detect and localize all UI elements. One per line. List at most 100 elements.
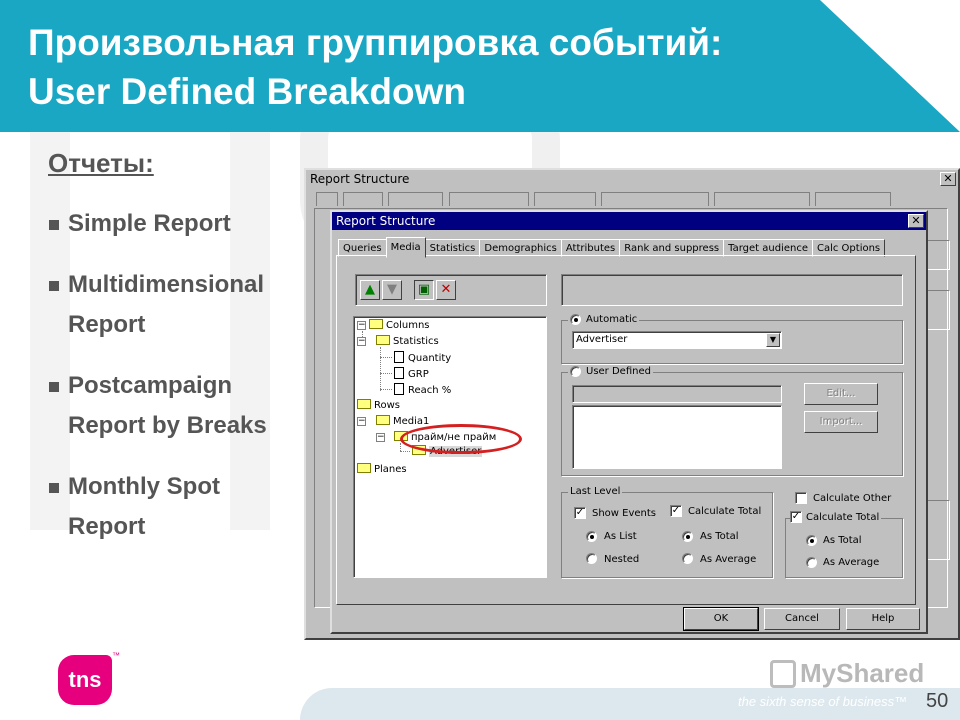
outer-tab[interactable] bbox=[388, 192, 444, 206]
automatic-radio[interactable] bbox=[570, 314, 581, 325]
list-item: Monthly Spot Report bbox=[48, 467, 308, 547]
tree-node-statistics[interactable]: Statistics bbox=[376, 335, 439, 348]
page-number: 50 bbox=[926, 690, 949, 712]
last-level-label: Last Level bbox=[568, 486, 623, 497]
tree-toolbar: ▲ ▼ ▣ ✕ bbox=[355, 274, 547, 306]
as-total-radio[interactable] bbox=[806, 535, 817, 546]
as-total-label: As Total bbox=[823, 535, 862, 546]
move-down-button[interactable]: ▼ bbox=[382, 280, 402, 300]
header-notch bbox=[820, 0, 960, 132]
list-item: Simple Report bbox=[48, 204, 308, 244]
calculate-total-label: Calculate Total bbox=[688, 506, 762, 517]
outer-tab[interactable] bbox=[316, 192, 338, 206]
folder-icon bbox=[357, 463, 371, 473]
document-icon bbox=[394, 383, 404, 395]
tab-strip: Queries Media Statistics Demographics Attrib… bbox=[338, 236, 886, 258]
user-defined-group: User Defined Edit... Import... bbox=[561, 366, 903, 476]
watermark-text: MyShared bbox=[800, 658, 925, 688]
outer-tab[interactable] bbox=[448, 192, 529, 206]
tree-node-media1[interactable]: Media1 bbox=[376, 415, 429, 428]
outer-tab[interactable] bbox=[533, 192, 596, 206]
delete-button[interactable]: ✕ bbox=[436, 280, 456, 300]
tree-node-columns[interactable]: Columns bbox=[369, 319, 430, 332]
automatic-breakdown-select[interactable]: Advertiser ▼ bbox=[572, 331, 782, 349]
cancel-button[interactable]: Cancel bbox=[764, 608, 840, 630]
close-icon[interactable]: ✕ bbox=[940, 172, 956, 186]
outer-panel-edge bbox=[926, 240, 950, 270]
last-level-as-average-label: As Average bbox=[700, 554, 757, 565]
as-average-radio[interactable] bbox=[806, 557, 817, 568]
outer-tab[interactable] bbox=[815, 192, 892, 206]
trademark-mark: ™ bbox=[112, 651, 120, 660]
collapse-icon[interactable]: − bbox=[357, 337, 366, 346]
tree-connector bbox=[380, 373, 392, 374]
tree-node-reach[interactable]: Reach % bbox=[394, 383, 451, 396]
folder-icon bbox=[357, 399, 371, 409]
show-events-label: Show Events bbox=[592, 508, 657, 519]
collapse-icon[interactable]: − bbox=[376, 433, 385, 442]
move-up-button[interactable]: ▲ bbox=[360, 280, 380, 300]
automatic-label: Automatic bbox=[586, 314, 638, 325]
as-list-radio[interactable] bbox=[586, 531, 597, 542]
outer-tab[interactable] bbox=[600, 192, 709, 206]
calculate-total-group-checkbox[interactable]: ✓ bbox=[790, 511, 802, 523]
reports-heading: Отчеты: bbox=[48, 148, 154, 178]
import-button[interactable]: Import... bbox=[804, 411, 878, 433]
last-level-group: Last Level ✓ Show Events ✓ Calculate Tot… bbox=[561, 486, 773, 578]
chevron-down-icon[interactable]: ▼ bbox=[766, 333, 780, 347]
calculate-total-group-label: Calculate Total bbox=[806, 512, 880, 523]
document-icon bbox=[394, 367, 404, 379]
outer-tab-strip bbox=[316, 192, 893, 208]
tree-node-quantity[interactable]: Quantity bbox=[394, 351, 451, 364]
as-average-label: As Average bbox=[823, 557, 880, 568]
user-defined-label: User Defined bbox=[586, 366, 651, 377]
edit-button[interactable]: Edit... bbox=[804, 383, 878, 405]
outer-panel-edge bbox=[926, 290, 950, 330]
highlight-ellipse bbox=[400, 424, 522, 454]
tree-connector bbox=[380, 389, 392, 390]
user-defined-list[interactable] bbox=[572, 405, 782, 469]
folder-icon bbox=[376, 335, 390, 345]
outer-window-title: Report Structure ✕ bbox=[306, 170, 958, 188]
calculate-other-checkbox[interactable] bbox=[795, 492, 807, 504]
arrow-up-icon: ▲ bbox=[365, 282, 375, 297]
user-defined-radio[interactable] bbox=[570, 366, 581, 377]
slide-title-line-2: User Defined Breakdown bbox=[28, 71, 466, 112]
nested-label: Nested bbox=[604, 554, 640, 565]
list-item: Multidimensional Report bbox=[48, 265, 308, 345]
tree-connector bbox=[400, 451, 410, 452]
calculate-total-checkbox[interactable]: ✓ bbox=[670, 505, 682, 517]
show-events-checkbox[interactable]: ✓ bbox=[574, 507, 586, 519]
help-button[interactable]: Help bbox=[846, 608, 920, 630]
ok-button[interactable]: OK bbox=[683, 607, 759, 631]
tree-node-grp[interactable]: GRP bbox=[394, 367, 429, 380]
outer-tab[interactable] bbox=[714, 192, 811, 206]
slide-title: Произвольная группировка событий: User D… bbox=[28, 18, 722, 116]
tree-connector bbox=[400, 443, 401, 451]
dialog-title-bar: Report Structure ✕ bbox=[332, 212, 926, 230]
slide-title-line-1: Произвольная группировка событий: bbox=[28, 22, 723, 63]
calculate-total-group: ✓ Calculate Total As Total As Average bbox=[785, 511, 903, 578]
nested-radio[interactable] bbox=[586, 553, 597, 564]
close-icon[interactable]: ✕ bbox=[908, 214, 924, 228]
new-group-button[interactable]: ▣ bbox=[414, 280, 434, 300]
outer-tab[interactable] bbox=[343, 192, 384, 206]
folder-icon bbox=[376, 415, 390, 425]
user-defined-name-field[interactable] bbox=[572, 385, 782, 403]
collapse-icon[interactable]: − bbox=[357, 321, 366, 330]
outer-panel-edge bbox=[926, 500, 950, 560]
delete-x-icon: ✕ bbox=[440, 282, 452, 297]
last-level-as-average-radio[interactable] bbox=[682, 553, 693, 564]
add-group-icon: ▣ bbox=[417, 282, 431, 297]
tree-node-planes[interactable]: Planes bbox=[357, 463, 407, 476]
folder-icon bbox=[369, 319, 383, 329]
tns-logo: tns bbox=[58, 655, 112, 705]
tree-node-rows[interactable]: Rows bbox=[357, 399, 400, 412]
list-item: Postcampaign Report by Breaks bbox=[48, 366, 308, 446]
tab-media[interactable]: Media bbox=[385, 237, 426, 258]
report-list: Simple Report Multidimensional Report Po… bbox=[48, 204, 308, 568]
info-bar bbox=[561, 274, 903, 306]
last-level-as-total-radio[interactable] bbox=[682, 531, 693, 542]
collapse-icon[interactable]: − bbox=[357, 417, 366, 426]
tree-connector bbox=[380, 357, 392, 358]
